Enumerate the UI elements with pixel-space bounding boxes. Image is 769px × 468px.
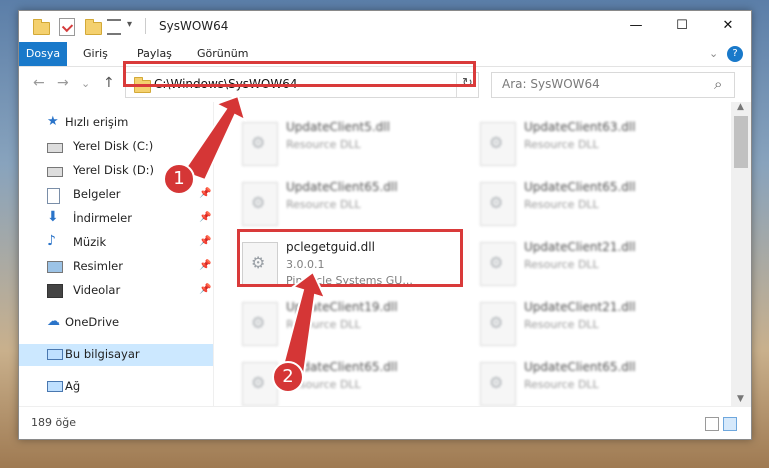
arrow-overlay	[181, 94, 327, 382]
callout-1: 1	[163, 163, 195, 195]
arrow-1-icon	[181, 94, 247, 182]
callout-2: 2	[272, 361, 304, 393]
